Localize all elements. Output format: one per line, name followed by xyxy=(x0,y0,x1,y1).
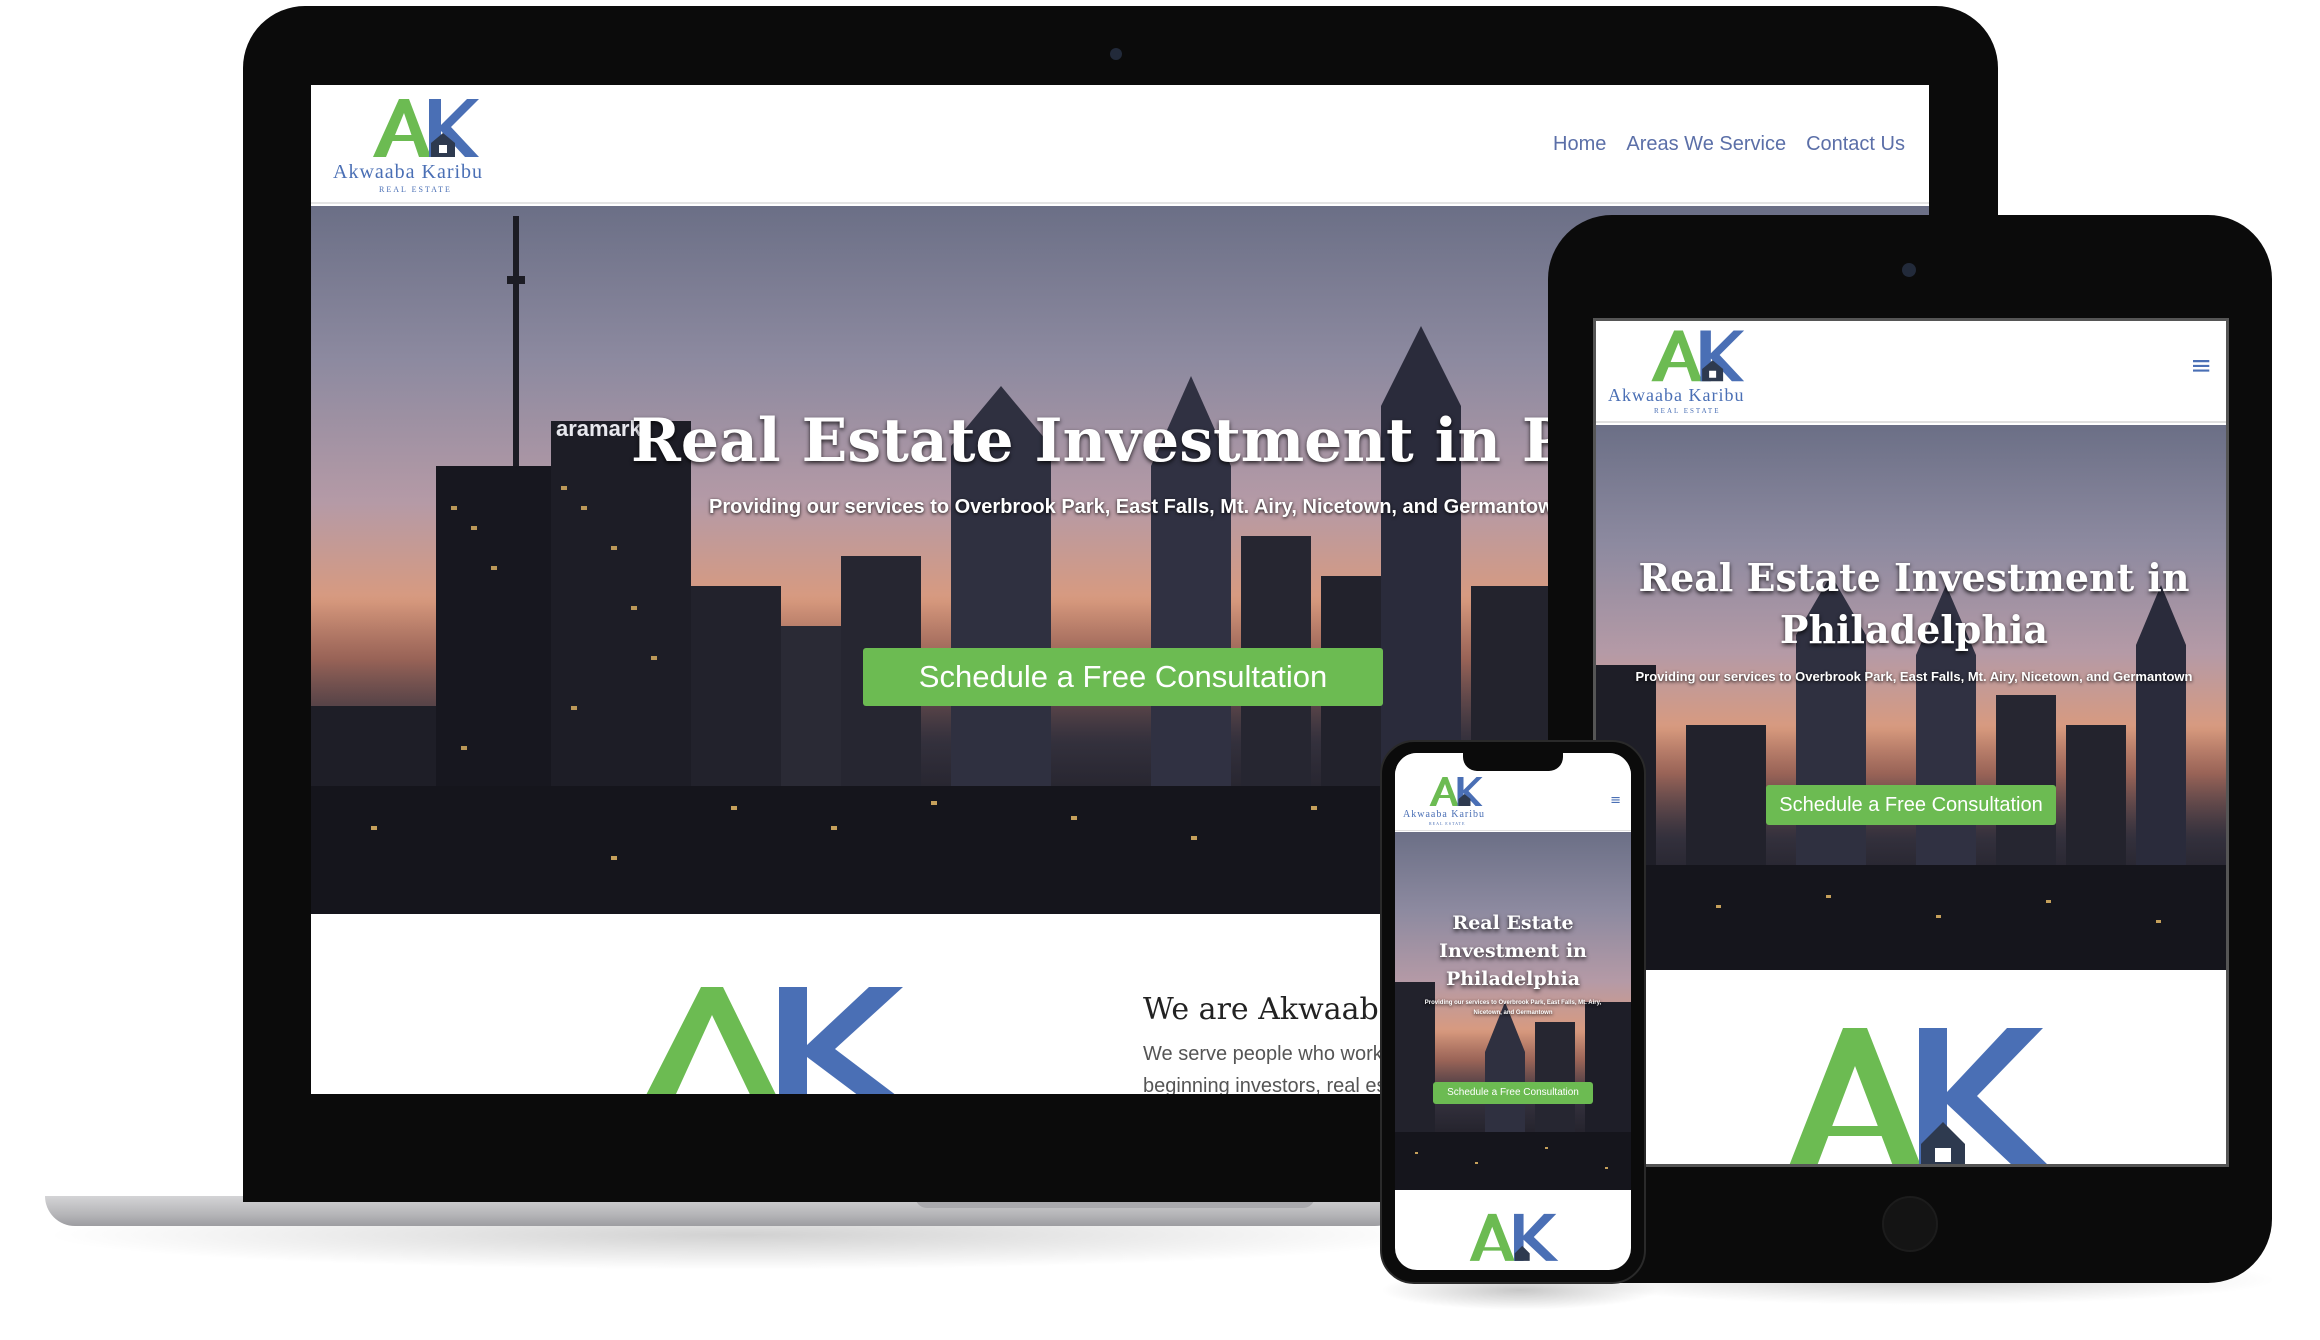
phone-logo-ak-icon xyxy=(1429,777,1483,806)
building-sign: aramark xyxy=(556,416,642,441)
tablet-cta-button[interactable]: Schedule a Free Consultation xyxy=(1766,785,2056,825)
phone-ak-logo-icon xyxy=(1469,1213,1559,1261)
nav-areas-we-service[interactable]: Areas We Service xyxy=(1626,133,1786,156)
desktop-cta-button[interactable]: Schedule a Free Consultation xyxy=(863,648,1383,706)
desktop-header: Akwaaba Karibu REAL ESTATE Home Areas We… xyxy=(311,85,1929,204)
phone-notch xyxy=(1463,753,1563,771)
phone-hero: Real Estate Investment in Philadelphia P… xyxy=(1395,832,1631,1190)
nav-contact-us[interactable]: Contact Us xyxy=(1806,133,1905,156)
desktop-nav: Home Areas We Service Contact Us xyxy=(1553,133,1905,156)
phone-hero-subtitle-line2: Nicetown, and Germantown xyxy=(1473,1010,1553,1016)
about-text-line1: We serve people who work xyxy=(1143,1043,1383,1065)
phone-logo-wordmark: Akwaaba Karibu xyxy=(1403,809,1486,820)
tablet-header: Akwaaba Karibu REAL ESTATE ≡ xyxy=(1596,321,2226,423)
phone-logo[interactable]: Akwaaba Karibu REAL ESTATE xyxy=(1401,775,1511,829)
phone-hero-title-line3: Philadelphia xyxy=(1445,968,1581,990)
desktop-hero-subtitle: Providing our services to Overbrook Park… xyxy=(709,496,1566,518)
nav-home[interactable]: Home xyxy=(1553,133,1606,156)
about-text-line2: beginning investors, real estate xyxy=(1143,1075,1420,1094)
logo-subtitle: REAL ESTATE xyxy=(379,185,452,194)
logo-ak-icon xyxy=(373,99,479,157)
desktop-logo[interactable]: Akwaaba Karibu REAL ESTATE xyxy=(329,95,529,195)
laptop-camera xyxy=(1110,48,1122,60)
about-ak-logo-icon xyxy=(646,987,903,1094)
phone-screen: Akwaaba Karibu REAL ESTATE ≡ Real Estate… xyxy=(1395,753,1631,1270)
tablet-logo[interactable]: Akwaaba Karibu REAL ESTATE xyxy=(1606,327,1806,417)
tablet-logo-subtitle: REAL ESTATE xyxy=(1654,407,1721,415)
tablet-hero-title-line2: Philadelphia xyxy=(1779,607,2049,652)
phone-cta-button[interactable]: Schedule a Free Consultation xyxy=(1433,1082,1593,1104)
tablet-camera xyxy=(1902,263,1916,277)
tablet-home-button[interactable] xyxy=(1882,1196,1938,1252)
tablet-screen: Akwaaba Karibu REAL ESTATE ≡ Real Estate… xyxy=(1593,318,2229,1167)
phone-menu-icon[interactable]: ≡ xyxy=(1610,793,1621,808)
logo-wordmark: Akwaaba Karibu xyxy=(333,161,484,183)
phone-hero-title-line2: Investment in xyxy=(1439,940,1587,962)
tablet-menu-icon[interactable]: ≡ xyxy=(2190,351,2212,381)
tablet-logo-wordmark: Akwaaba Karibu xyxy=(1608,385,1745,405)
tablet-logo-ak-icon xyxy=(1651,330,1745,382)
phone-hero-title-line1: Real Estate xyxy=(1452,912,1574,934)
tablet-hero-subtitle: Providing our services to Overbrook Park… xyxy=(1635,669,2193,684)
tablet-hero: Real Estate Investment in Philadelphia P… xyxy=(1596,425,2226,970)
tablet-hero-title-line1: Real Estate Investment in xyxy=(1638,555,2190,600)
phone-hero-subtitle-line1: Providing our services to Overbrook Park… xyxy=(1424,1000,1602,1006)
phone-logo-subtitle: REAL ESTATE xyxy=(1429,821,1466,826)
tablet-ak-logo-icon xyxy=(1789,1028,2047,1164)
tablet-skyline-image xyxy=(1596,575,2226,970)
